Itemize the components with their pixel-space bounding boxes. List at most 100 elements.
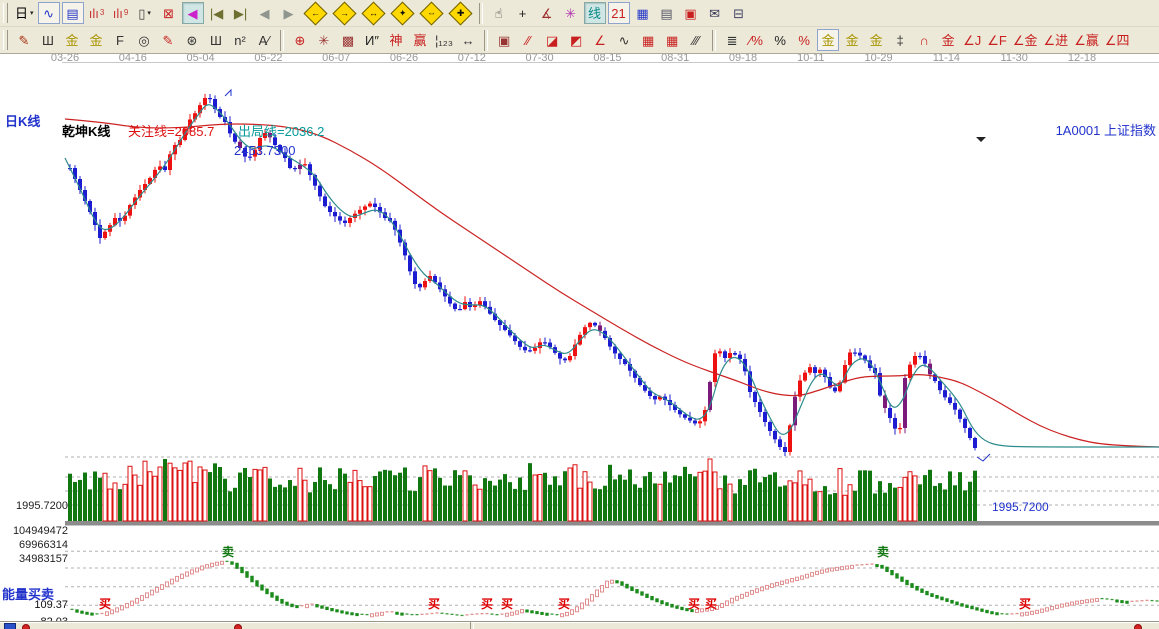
zigzag-tool[interactable]: ∿ [613, 29, 635, 51]
bars-9-icon[interactable]: ılı9 [110, 2, 132, 24]
zoom-in-button[interactable]: ✦ [389, 2, 416, 24]
window-icon[interactable] [4, 623, 16, 629]
notes-tool[interactable]: ▤ [656, 2, 678, 24]
gold-grid-tool-2[interactable]: 金 [85, 29, 107, 51]
angle-ying-tool[interactable]: ∠赢 [1072, 29, 1101, 51]
crosshair-tool[interactable]: + [512, 2, 534, 24]
ying-tool[interactable]: 赢 [409, 29, 431, 51]
chevron-down-icon: ▾ [147, 10, 151, 17]
shen-tool[interactable]: 神 [385, 29, 407, 51]
date-label: 06-07 [322, 54, 350, 64]
pin-measure-tool[interactable]: ‡ [889, 29, 911, 51]
shift-right-button[interactable]: → [331, 2, 358, 24]
quote-tool[interactable]: И″ [361, 29, 383, 51]
date-label: 07-30 [526, 54, 554, 64]
star-fan-tool[interactable]: ✳ [313, 29, 335, 51]
ribbon-tool[interactable]: ✳ [560, 2, 582, 24]
rays-box-tool[interactable]: ◩ [565, 29, 587, 51]
save-tool[interactable]: ▣ [680, 2, 702, 24]
gann-wheel-tool[interactable]: ⊛ [181, 29, 203, 51]
box-frame-tool[interactable]: ▣ [493, 29, 515, 51]
percent-line-tool[interactable]: % [793, 29, 815, 51]
gann-circle-tool-icon: ⊕ [295, 34, 306, 47]
comb2-tool[interactable]: Ш [205, 29, 227, 51]
double-top-tool[interactable]: ∩ [913, 29, 935, 51]
golden-circle-tool-icon: 金 [822, 34, 835, 47]
prev-page-button[interactable]: ◀ [254, 2, 276, 24]
period-day-dropdown[interactable]: 日▾ [13, 2, 36, 24]
golden-line-tool-2[interactable]: 金 [865, 29, 887, 51]
spiral-tool[interactable]: ◎ [133, 29, 155, 51]
angle-measure-tool[interactable]: ∡ [536, 2, 558, 24]
angle-gold-tool-icon: ∠金 [1013, 34, 1038, 47]
toolbar-grip[interactable] [3, 3, 8, 23]
bars-3-icon[interactable]: ılı3 [86, 2, 108, 24]
overlay-wave-icon[interactable]: ∿ [38, 2, 60, 24]
toolbar-row-1: 日▾∿▤ılı3ılı9▯▾⊠◀|◀▶|◀▶←→↔✦⇔✚☝+∡✳线21▦▤▣✉⊟ [0, 0, 1159, 27]
symbol-label[interactable]: 1A0001 上证指数 [1056, 120, 1156, 139]
gold-grid-tool-1[interactable]: 金 [61, 29, 83, 51]
alert-icon[interactable] [1134, 624, 1142, 629]
candles [68, 94, 977, 456]
shift-right-button-icon: → [332, 1, 356, 25]
first-page-button[interactable]: |◀ [206, 2, 228, 24]
date-label: 05-04 [187, 54, 215, 64]
a-slash-tool[interactable]: A∕ [253, 29, 275, 51]
mail-tool-icon: ✉ [709, 7, 720, 20]
n2-tool[interactable]: n² [229, 29, 251, 51]
print-tool[interactable]: ⊟ [728, 2, 750, 24]
ying-tool-icon: 赢 [413, 34, 426, 47]
zoom-out-button[interactable]: ↔ [360, 2, 387, 24]
next-page-button[interactable]: ▶ [278, 2, 300, 24]
candle-style-dropdown[interactable]: ▯▾ [134, 2, 156, 24]
angle-f-tool[interactable]: ∠F [985, 29, 1009, 51]
alert-icon[interactable] [22, 624, 30, 629]
mail-tool[interactable]: ✉ [704, 2, 726, 24]
boxed-star-tool[interactable]: ▩ [337, 29, 359, 51]
panel-period-label[interactable]: 日K线 [5, 111, 40, 130]
grid-comb-tool[interactable]: Ш [37, 29, 59, 51]
hand-tool[interactable]: ☝ [488, 2, 510, 24]
gann-circle-tool[interactable]: ⊕ [289, 29, 311, 51]
width-measure-tool[interactable]: ↔ [457, 29, 479, 51]
red-grid-tool-icon: ▦ [642, 34, 654, 47]
chevron-down-icon[interactable] [976, 137, 986, 142]
pattern-box-icon[interactable]: ⊠ [158, 2, 180, 24]
kline-line-tool[interactable]: 线 [584, 2, 606, 24]
brush-tool[interactable]: ✎ [13, 29, 35, 51]
fan-box-tool-icon: ◪ [546, 34, 558, 47]
ray-fan-tool[interactable]: ∕∕ [517, 29, 539, 51]
angle-si-tool[interactable]: ∠四 [1103, 29, 1132, 51]
fan-box-tool[interactable]: ◪ [541, 29, 563, 51]
last-page-button-icon: ▶| [234, 7, 247, 20]
golden-circle-tool[interactable]: 金 [817, 29, 839, 51]
calendar-tool[interactable]: 21 [608, 2, 630, 24]
scale123-tool[interactable]: ≣ [721, 29, 743, 51]
info-board-icon[interactable]: ▤ [62, 2, 84, 24]
fib-percent-tool[interactable]: ∕% [745, 29, 767, 51]
red-pen-tool[interactable]: ✎ [157, 29, 179, 51]
compress-button[interactable]: ✚ [447, 2, 474, 24]
angle-lines-tool[interactable]: ∠ [589, 29, 611, 51]
f-grid-tool[interactable]: F [109, 29, 131, 51]
shift-left-button[interactable]: ← [302, 2, 329, 24]
save-tool-icon: ▣ [684, 7, 696, 20]
slashes-tool[interactable]: ∕∕∕ [685, 29, 707, 51]
red-grid-arrow-tool-icon: ▦ [666, 34, 678, 47]
red-grid-arrow-tool[interactable]: ▦ [661, 29, 683, 51]
ruler123-tool[interactable]: ¦₁₂₃ [433, 29, 455, 51]
kline-line-tool-icon: 线 [588, 7, 601, 20]
red-grid-tool[interactable]: ▦ [637, 29, 659, 51]
calculator-tool[interactable]: ▦ [632, 2, 654, 24]
alert-icon[interactable] [234, 624, 242, 629]
toolbar-grip[interactable] [3, 30, 8, 50]
percent-tool[interactable]: % [769, 29, 791, 51]
angle-gold-tool[interactable]: ∠金 [1011, 29, 1040, 51]
angle-j-tool[interactable]: ∠J [961, 29, 983, 51]
profile-chart-icon[interactable]: ◀ [182, 2, 204, 24]
last-page-button[interactable]: ▶| [230, 2, 252, 24]
gold-underline-tool[interactable]: 金 [937, 29, 959, 51]
golden-line-tool-1[interactable]: 金 [841, 29, 863, 51]
expand-button[interactable]: ⇔ [418, 2, 445, 24]
angle-jin-tool[interactable]: ∠进 [1042, 29, 1071, 51]
